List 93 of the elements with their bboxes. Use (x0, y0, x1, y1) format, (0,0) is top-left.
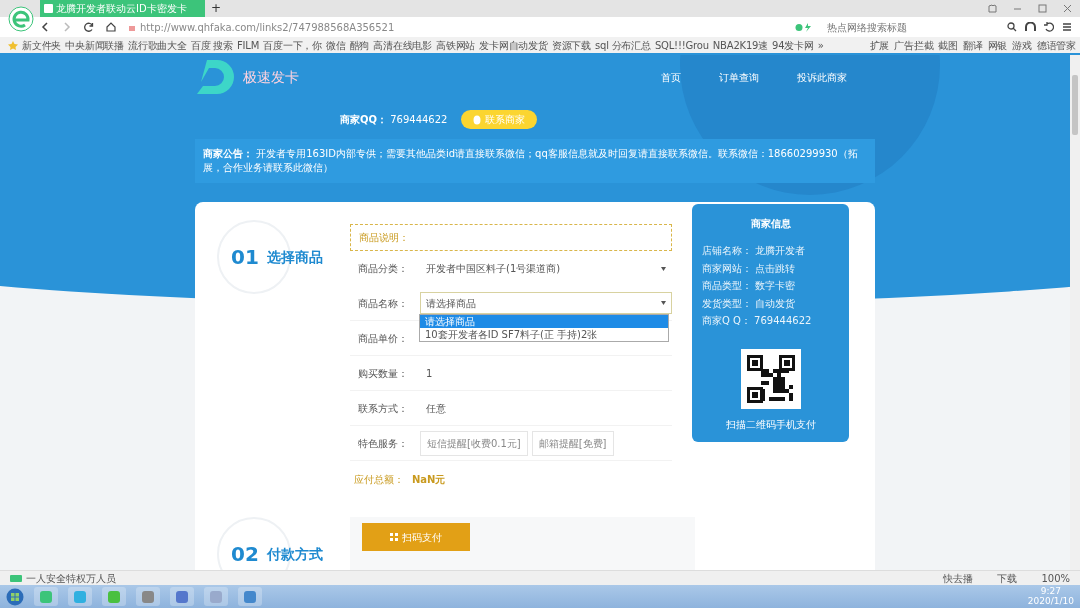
status-item[interactable]: 快去播 (943, 570, 974, 586)
field-value: 1 (426, 366, 433, 381)
step-title: 付款方式 (266, 544, 323, 564)
toolbar-button[interactable]: 网银 (987, 37, 1008, 53)
step-number: 01 (231, 244, 259, 271)
start-button-icon[interactable] (6, 587, 24, 606)
info-text: 商家Q Q： 769444622 (702, 314, 813, 329)
speed-icon (795, 22, 813, 32)
clock-text: 9:27 2020/1/10 (1027, 587, 1074, 606)
status-item[interactable]: 100% (1041, 570, 1070, 586)
app-icon[interactable] (39, 589, 53, 604)
select-field[interactable]: 请选择商品 (420, 292, 672, 314)
caret-icon (661, 266, 666, 271)
close-icon[interactable] (1063, 4, 1072, 13)
status-item[interactable]: 下载 (997, 570, 1018, 586)
field-label: 购买数量： (357, 366, 409, 381)
scrollbar-thumb[interactable] (1072, 75, 1078, 135)
caret-icon (661, 301, 666, 305)
service-button[interactable]: 邮箱提醒[免费] (531, 430, 614, 456)
app-icon[interactable] (73, 589, 87, 604)
info-text: 商品类型： 数字卡密 (702, 279, 797, 294)
total-amount: NaN元 (412, 472, 446, 487)
total-label: 应付总额： (354, 472, 404, 487)
panel-title: 商家信息 (749, 217, 792, 231)
info-text: 店铺名称： 龙腾开发者 (702, 244, 807, 258)
service-button[interactable]: 短信提醒[收费0.1元] (420, 430, 528, 456)
toolbar-button[interactable]: 截图 (938, 37, 958, 53)
app-icon[interactable] (107, 589, 121, 604)
status-text: 一人安全特权万人员 (26, 571, 116, 586)
search-icon[interactable] (1007, 22, 1017, 32)
dropdown-option[interactable]: 请选择商品 (420, 315, 668, 328)
address-field[interactable]: http://www.qhfaka.com/links2/747988568A356521 (128, 19, 783, 35)
bookmark-link[interactable]: 高清在线电影 (373, 37, 432, 53)
bookmark-link[interactable]: 百度 搜索 (190, 37, 233, 53)
bookmark-link[interactable]: 资源下载 (551, 37, 591, 53)
select-field[interactable]: 开发者中国区料子(1号渠道商) (420, 257, 672, 280)
field-label: 商品名称： (357, 296, 409, 311)
app-icon[interactable] (141, 589, 155, 604)
info-text: 商家网站： 点击跳转 (702, 261, 797, 276)
qr-code-icon (740, 348, 801, 409)
nav-link[interactable]: 订单查询 (719, 70, 759, 85)
bookmark-link[interactable]: NBA2K19速 (712, 37, 769, 53)
lock-icon (128, 23, 136, 31)
bookmark-link[interactable]: SQL!!!Grou (654, 37, 709, 53)
shield-icon (10, 574, 22, 582)
field-label: 联系方式： (357, 401, 409, 416)
nav-link[interactable]: 投诉此商家 (797, 70, 847, 85)
scrollbar[interactable] (1070, 55, 1080, 570)
bookmark-link[interactable]: » (817, 37, 824, 53)
bookmark-link[interactable]: 百度一下，你 (263, 37, 322, 53)
app-icon[interactable] (175, 589, 189, 604)
dropdown-option[interactable]: 10套开发者各ID SF7料子(正 手持)2张 (420, 328, 668, 341)
qr-icon (390, 533, 398, 541)
toolbar-button[interactable]: 游戏 (1012, 37, 1032, 53)
step-title: 选择商品 (266, 247, 323, 267)
forward-icon[interactable] (62, 22, 72, 32)
toolbar-button[interactable]: 扩展 (869, 37, 890, 53)
menu-icon[interactable] (1062, 22, 1072, 32)
back-icon[interactable] (40, 22, 50, 32)
bookmark-link[interactable]: 高铁网站 (435, 37, 476, 53)
bookmark-link[interactable]: 中央新闻联播 (65, 37, 124, 53)
field-label: 特色服务： (357, 436, 409, 451)
bookmark-link[interactable]: 微信 (325, 37, 346, 53)
bookmark-link[interactable]: 酷狗 (349, 37, 370, 53)
maximize-icon[interactable] (1038, 4, 1047, 13)
reload-icon[interactable] (84, 22, 94, 32)
app-icon[interactable] (243, 589, 257, 604)
star-folder-icon[interactable] (8, 40, 18, 50)
page-icon (44, 4, 53, 13)
undo-icon[interactable] (1044, 22, 1054, 32)
qr-caption: 扫描二维码手机支付 (724, 417, 817, 432)
description-label: 商品说明： (359, 231, 409, 245)
info-text: 发货类型： 自动发货 (702, 296, 797, 311)
bookmark-link[interactable]: FILM (237, 37, 260, 53)
field-label: 商品分类： (357, 262, 409, 276)
toolbar-button[interactable]: 广告拦截 (894, 37, 934, 53)
announcement-text: 商家公告： 开发者专用163ID内部专供；需要其他品类id请直接联系微信；qq客服信息就及时回复请直接联系微信。联系微信：18660299930（拓展，合作业务请联系此微信） (195, 139, 875, 183)
bookmark-link[interactable]: 流行歌曲大全 (128, 37, 187, 53)
toolbar-button[interactable]: 德语管家 (1036, 37, 1076, 53)
app-icon[interactable] (209, 589, 223, 604)
toolbar-button[interactable]: 翻译 (962, 37, 983, 53)
bookmark-link[interactable]: 新文件夹 (22, 37, 62, 53)
bookmark-link[interactable]: 94发卡网 (772, 37, 814, 53)
bookmark-link[interactable]: sql 分布汇总 (595, 37, 651, 53)
step-number: 02 (231, 541, 259, 568)
bookmark-link[interactable]: 发卡网自动发货 (479, 37, 548, 53)
headphones-icon[interactable] (1025, 22, 1036, 32)
field-label: 商品单价： (357, 331, 409, 346)
qq-text: 商家QQ： 769444622 (340, 113, 448, 127)
logo-text: 极速发卡 (243, 68, 299, 87)
home-icon[interactable] (106, 22, 116, 32)
field-value: 任意 (426, 401, 446, 416)
new-tab-button[interactable]: + (211, 0, 222, 17)
